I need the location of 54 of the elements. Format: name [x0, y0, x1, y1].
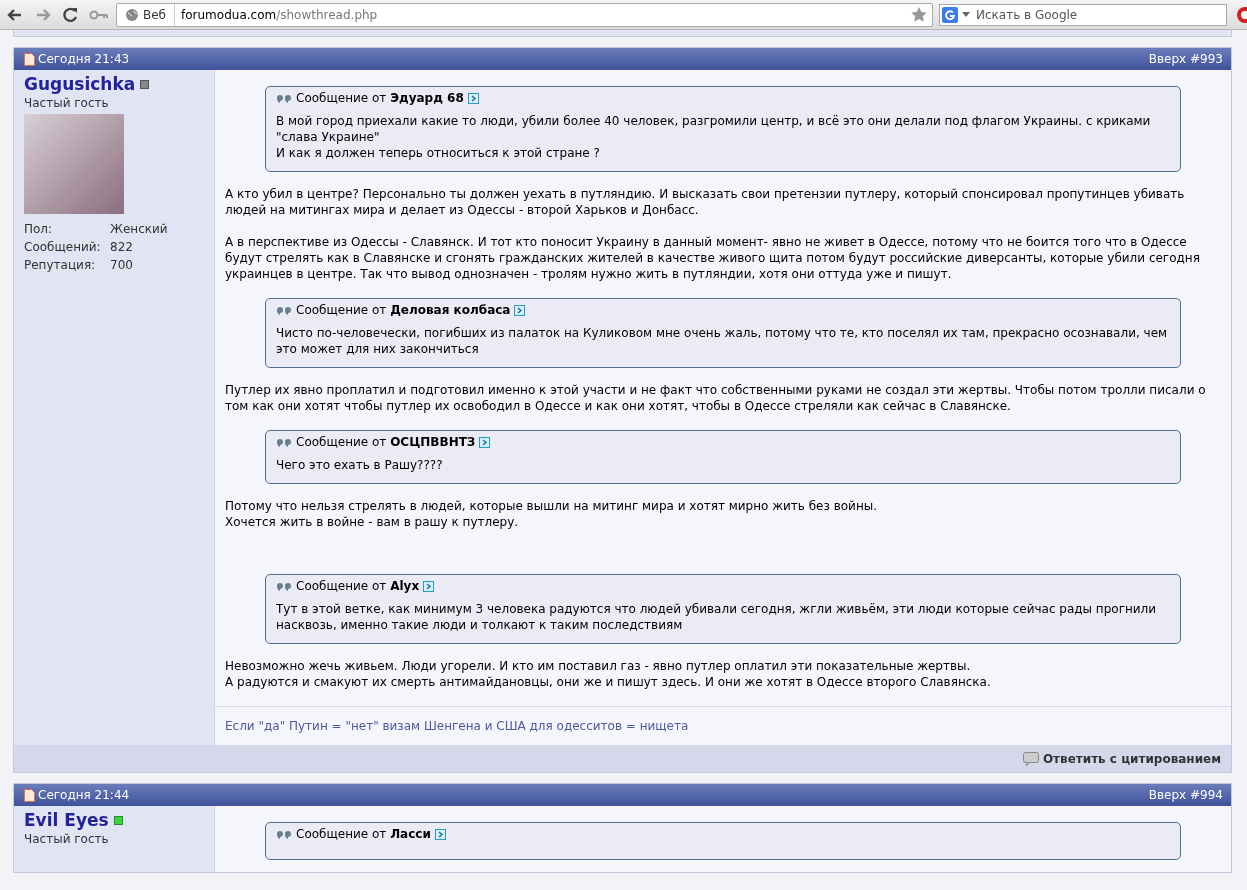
- url-text: forumodua.com/showthread.php: [180, 7, 379, 22]
- quote-text: Чего это ехать в Рашу????: [276, 457, 444, 473]
- star-icon[interactable]: [910, 5, 928, 24]
- quote-text: В мой город приехали какие то люди, убили более 40 человек, разгромили центр, и всё это они делали под флагом Украины. с криками "слава Украине": [276, 113, 1152, 145]
- speech-bubble-icon: [1022, 751, 1039, 766]
- post-date: Сегодня 21:43: [38, 52, 130, 66]
- quote-marks-icon: [276, 93, 292, 103]
- quote-text: Чисто по-человечески, погибших из палаток на Куликовом мне очень жаль, потому что те, кто поселял их там, прекрасно осознавали, чем это может для них закончиться: [276, 325, 1169, 357]
- search-field[interactable]: Искать в Google: [939, 3, 1227, 26]
- post-text: Потому что нельзя стрелять в людей, которые вышли на митинг мира и хотят мирно жить без войны.: [225, 498, 879, 514]
- stat-value: Женский: [110, 221, 168, 238]
- quote-marks-icon: [276, 581, 292, 591]
- quote-attribution: Сообщение от Эдуард 68: [296, 91, 464, 105]
- stat-value: 822: [110, 239, 133, 256]
- document-icon: [24, 52, 35, 66]
- stat-value: 700: [110, 257, 133, 274]
- quote-attribution: Сообщение от Деловая колбаса: [296, 303, 511, 317]
- post-link[interactable]: Вверх #994: [1148, 788, 1223, 802]
- address-bar[interactable]: Веб forumodua.com/showthread.php: [116, 2, 933, 27]
- go-to-post-icon[interactable]: [434, 828, 446, 840]
- stat-label: Сообщений:: [24, 239, 102, 256]
- post-text: Хочется жить в войне - вам в рашу к путлеру.: [225, 514, 520, 530]
- go-to-post-icon[interactable]: [514, 304, 526, 316]
- reply-with-quote-link[interactable]: Ответить с цитированием: [1022, 751, 1221, 766]
- post-link[interactable]: Вверх #993: [1148, 52, 1223, 66]
- post-text: А в перспективе из Одессы - Славянск. И тот кто поносит Украину в данный момент- явно не живет в Одессе, потому что не боится того что в Одессе будут стрелять как в Славянске и сгонять гражданских жителей в качестве живого щита потом будут российские диверсанты, которые убили сегодня украинцев в центре. Так что вывод однозначен - тролям нужно жить в путляндии, хотя они оттуда уже и пишут.: [225, 234, 1201, 282]
- quote-text: И как я должен теперь относиться к этой стране ?: [276, 145, 601, 161]
- quote-attribution: Сообщение от Ласси: [296, 827, 431, 841]
- quote-text: Тут в этой ветке, как минимум 3 человека радуются что людей убивали сегодня, жгли живьём, эти люди которые сейчас рады прогнили насквозь, именно такие люди и толкают к таким последствиям: [276, 601, 1158, 633]
- quote-attribution: Сообщение от ОСЦПВВНТЗ: [296, 435, 476, 449]
- user-rank: Частый гость: [24, 96, 110, 110]
- post-text: А кто убил в центре? Персонально ты должен уехать в путляндию. И высказать свои претензии путлеру, который спонсировал пропутинцев убивать людей на митингах мира и делает из Одессы - второй Харьков и Донбасс.: [225, 186, 1186, 218]
- quote-marks-icon: [276, 437, 292, 447]
- user-rank: Частый гость: [24, 832, 110, 846]
- google-icon: [942, 6, 958, 23]
- go-to-post-icon[interactable]: [467, 92, 479, 104]
- post-text: Невозможно жечь живьем. Люди угорели. И кто им поставил газ - явно путлер оплатил эти показательные жертвы.: [225, 658, 972, 674]
- stat-label: Пол:: [24, 221, 54, 238]
- globe-icon: [125, 7, 139, 22]
- quote-marks-icon: [276, 305, 292, 315]
- quote-attribution: Сообщение от Alyx: [296, 579, 420, 593]
- quote-marks-icon: [276, 829, 292, 839]
- post-text: Путлер их явно проплатил и подготовил именно к этой участи и не факт что собственными руками не создал эти жертвы. Чтобы потом тролли писали о том как они хотят чтобы путлер их освободил в Одессе и как они хотят, чтобы в Одессе стреляли как сейчас в Славянске.: [225, 382, 1207, 414]
- dropdown-caret-icon[interactable]: [962, 11, 970, 18]
- site-label: Веб: [143, 7, 166, 22]
- go-to-post-icon[interactable]: [479, 436, 491, 448]
- post-text: А радуются и смакуют их смерть антимайдановцы, они же и пишут здесь. И они же хотят в Одессе второго Славянска.: [225, 674, 992, 690]
- post-date: Сегодня 21:44: [38, 788, 130, 802]
- search-input[interactable]: Искать в Google: [974, 6, 1226, 23]
- username-link[interactable]: Evil Eyes: [24, 810, 109, 830]
- stat-label: Репутация:: [24, 257, 97, 274]
- go-to-post-icon[interactable]: [423, 580, 435, 592]
- username-link[interactable]: Gugusichka: [24, 74, 136, 94]
- document-icon: [24, 788, 35, 802]
